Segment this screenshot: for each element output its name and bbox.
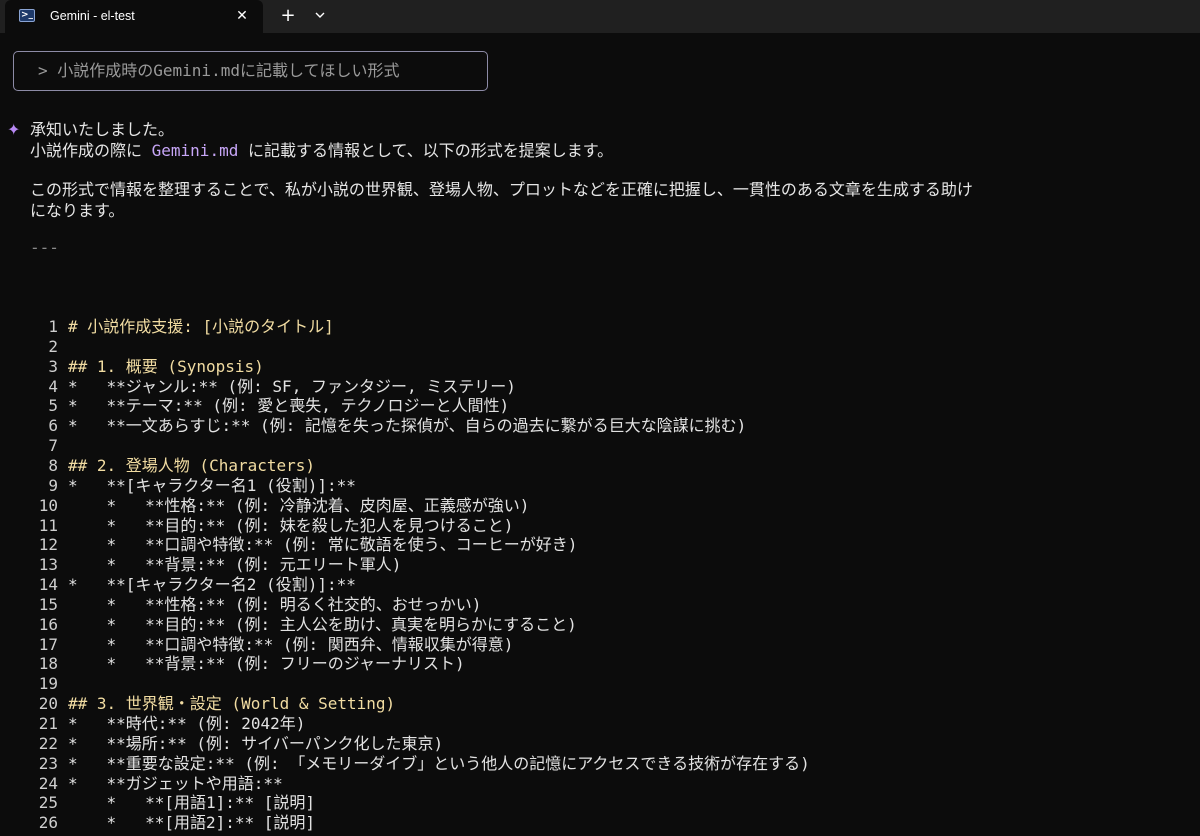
code-line: 21 * **時代:** (例: 2042年) (0, 714, 1200, 734)
code-text: * **[用語1]:** [説明] (68, 793, 316, 813)
line-number: 22 (38, 733, 58, 753)
code-line: 3 ## 1. 概要 (Synopsis) (0, 357, 1200, 377)
code-text: ## 3. 世界観・設定 (World & Setting) (68, 694, 396, 714)
line-number: 11 (38, 515, 58, 535)
code-line: 12 * **口調や特徴:** (例: 常に敬語を使う、コーヒーが好き) (0, 535, 1200, 555)
line-number: 15 (38, 594, 58, 614)
code-line: 17 * **口調や特徴:** (例: 関西弁、情報収集が得意) (0, 635, 1200, 655)
code-line: 25 * **[用語1]:** [説明] (0, 793, 1200, 813)
code-line: 11 * **目的:** (例: 妹を殺した犯人を見つけること) (0, 516, 1200, 536)
response-line-2: 小説作成の際に Gemini.md に記載する情報として、以下の形式を提案します… (30, 141, 613, 161)
code-text: * **性格:** (例: 冷静沈着、皮肉屋、正義感が強い) (68, 495, 530, 515)
line-number: 9 (48, 475, 58, 495)
line-number: 19 (38, 674, 58, 694)
new-tab-button[interactable]: + (277, 5, 299, 27)
code-line: 20 ## 3. 世界観・設定 (World & Setting) (0, 694, 1200, 714)
chevron-down-icon[interactable] (311, 5, 329, 27)
line-number: 1 (48, 317, 58, 336)
code-line: 9 * **[キャラクター名1 (役割)]:** (0, 476, 1200, 496)
line-number: 10 (38, 495, 58, 515)
code-text: # 小説作成支援: [小説のタイトル] (68, 317, 334, 336)
response-line-4: になります。 (30, 201, 125, 220)
line-number: 16 (38, 614, 58, 634)
code-text: * **口調や特徴:** (例: 関西弁、情報収集が得意) (68, 634, 514, 654)
code-line: 4 * **ジャンル:** (例: SF, ファンタジー, ミステリー) (0, 377, 1200, 397)
code-text: * **性格:** (例: 明るく社交的、おせっかい) (68, 594, 482, 614)
line-number: 26 (38, 813, 58, 833)
code-line: 1 # 小説作成支援: [小説のタイトル] (0, 317, 1200, 337)
line-number: 20 (38, 694, 58, 714)
line-number: 24 (38, 773, 58, 793)
terminal-icon: >_ (19, 9, 35, 22)
code-line: 18 * **背景:** (例: フリーのジャーナリスト) (0, 654, 1200, 674)
code-text: * **ガジェットや用語:** (68, 773, 283, 793)
code-text: * **テーマ:** (例: 愛と喪失, テクノロジーと人間性) (68, 396, 510, 416)
tab-bar: >_ Gemini - el-test ✕ + (0, 0, 1200, 33)
code-line: 10 * **性格:** (例: 冷静沈着、皮肉屋、正義感が強い) (0, 496, 1200, 516)
code-line: 26 * **[用語2]:** [説明] (0, 813, 1200, 833)
response-text: に記載する情報として、以下の形式を提案します。 (238, 141, 614, 160)
line-number: 21 (38, 714, 58, 733)
response-text: 小説作成の際に (30, 141, 152, 160)
code-text: * **目的:** (例: 主人公を助け、真実を明らかにすること) (68, 614, 577, 634)
code-line: 7 (0, 436, 1200, 456)
line-number: 18 (38, 654, 58, 674)
line-number: 12 (38, 535, 58, 555)
code-line: 22 * **場所:** (例: サイバーパンク化した東京) (0, 734, 1200, 754)
line-number: 6 (48, 416, 58, 436)
line-number: 2 (48, 336, 58, 356)
code-text: * **背景:** (例: 元エリート軍人) (68, 555, 402, 575)
code-text: ## 2. 登場人物 (Characters) (68, 455, 316, 475)
line-number: 23 (38, 753, 58, 773)
code-text: * **重要な設定:** (例: 「メモリーダイブ」という他人の記憶にアクセスで… (68, 753, 810, 773)
response-line-3: この形式で情報を整理することで、私が小説の世界観、登場人物、プロットなどを正確に… (30, 180, 973, 199)
code-text: * **一文あらすじ:** (例: 記憶を失った探偵が、自らの過去に繋がる巨大な… (68, 416, 747, 436)
code-text: ## 1. 概要 (Synopsis) (68, 356, 264, 376)
line-number: 14 (38, 575, 58, 595)
code-text: * **口調や特徴:** (例: 常に敬語を使う、コーヒーが好き) (68, 535, 578, 555)
code-line: 8 ## 2. 登場人物 (Characters) (0, 456, 1200, 476)
code-line: 19 (0, 674, 1200, 694)
sparkle-icon: ✦ (7, 120, 21, 139)
code-line: 6 * **一文あらすじ:** (例: 記憶を失った探偵が、自らの過去に繋がる巨大… (0, 416, 1200, 436)
tab-title: Gemini - el-test (50, 9, 135, 23)
code-line: 2 (0, 337, 1200, 357)
code-text: * **[キャラクター名1 (役割)]:** (68, 475, 356, 495)
code-line: 16 * **目的:** (例: 主人公を助け、真実を明らかにすること) (0, 615, 1200, 635)
code-line: 24 * **ガジェットや用語:** (0, 774, 1200, 794)
code-text: * **ジャンル:** (例: SF, ファンタジー, ミステリー) (68, 376, 516, 396)
line-number: 25 (38, 793, 58, 813)
line-number: 8 (48, 455, 58, 475)
close-icon[interactable]: ✕ (233, 7, 251, 25)
code-line: 5 * **テーマ:** (例: 愛と喪失, テクノロジーと人間性) (0, 396, 1200, 416)
code-line: 14 * **[キャラクター名2 (役割)]:** (0, 575, 1200, 595)
code-text: * **場所:** (例: サイバーパンク化した東京) (68, 733, 444, 753)
code-line: 23 * **重要な設定:** (例: 「メモリーダイブ」という他人の記憶にアクセ… (0, 754, 1200, 774)
response-line-1: 承知いたしました。 (30, 120, 175, 139)
code-text: * **[キャラクター名2 (役割)]:** (68, 575, 356, 595)
tab-gemini[interactable]: >_ Gemini - el-test ✕ (5, 0, 263, 33)
code-text: * **時代:** (例: 2042年) (68, 714, 306, 733)
horizontal-rule: --- (30, 238, 59, 257)
code-text: * **[用語2]:** [説明] (68, 813, 316, 833)
line-number: 5 (48, 396, 58, 416)
line-number: 7 (48, 436, 58, 456)
code-line: 13 * **背景:** (例: 元エリート軍人) (0, 555, 1200, 575)
line-number: 3 (48, 356, 58, 376)
code-text: * **目的:** (例: 妹を殺した犯人を見つけること) (68, 515, 514, 535)
inline-code-filename: Gemini.md (151, 141, 239, 160)
line-number: 13 (38, 555, 58, 575)
user-prompt-box: > 小説作成時のGemini.mdに記載してほしい形式 (13, 51, 488, 91)
user-prompt-text: > 小説作成時のGemini.mdに記載してほしい形式 (38, 61, 400, 80)
code-line: 15 * **性格:** (例: 明るく社交的、おせっかい) (0, 595, 1200, 615)
line-number: 17 (38, 634, 58, 654)
line-number: 4 (48, 376, 58, 396)
code-text: * **背景:** (例: フリーのジャーナリスト) (68, 654, 465, 674)
